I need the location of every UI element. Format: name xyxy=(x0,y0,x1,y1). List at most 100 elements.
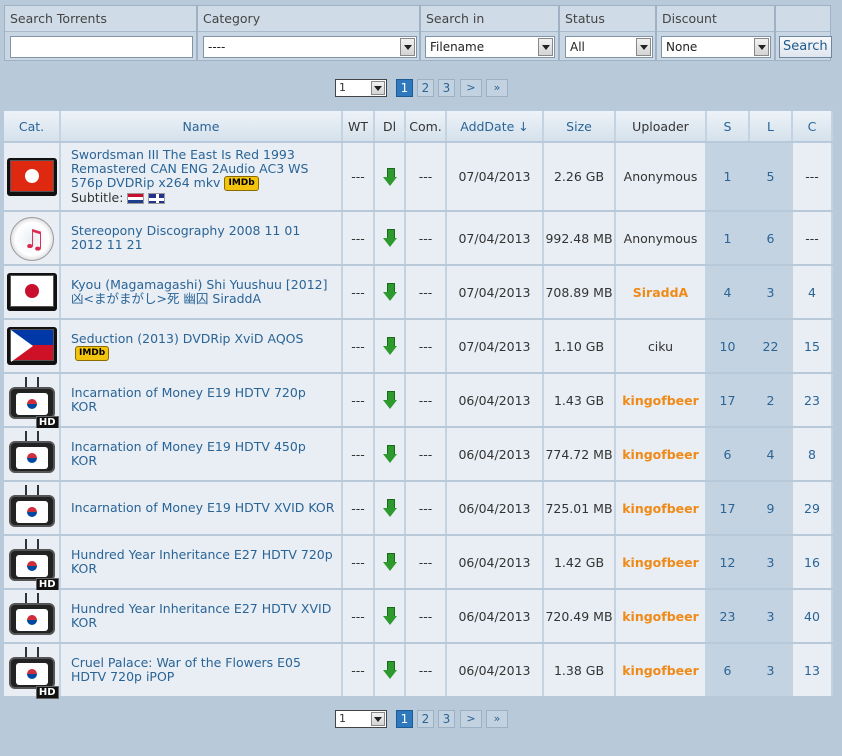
seeders-link[interactable]: 4 xyxy=(724,285,732,300)
leechers-link[interactable]: 6 xyxy=(767,231,775,246)
uploader-name[interactable]: kingofbeer xyxy=(622,663,699,678)
torrent-name-link[interactable]: Kyou (Magamagashi) Shi Yuushuu [2012] 凶<… xyxy=(71,277,328,306)
col-header-uploader: Uploader xyxy=(616,111,707,141)
imdb-badge-icon[interactable]: IMDb xyxy=(75,345,110,361)
torrent-name-link[interactable]: Seduction (2013) DVDRip XviD AQOS xyxy=(71,331,303,346)
completed-link[interactable]: 40 xyxy=(804,609,820,624)
uploader-name[interactable]: kingofbeer xyxy=(622,501,699,516)
leechers-link[interactable]: 2 xyxy=(767,393,775,408)
download-arrow-icon[interactable] xyxy=(382,283,397,301)
torrent-name-link[interactable]: Incarnation of Money E19 HDTV XVID KOR xyxy=(71,500,334,515)
leechers-link[interactable]: 22 xyxy=(763,339,779,354)
col-header-adddate[interactable]: AddDate ↓ xyxy=(447,111,544,141)
korea-tv-icon[interactable] xyxy=(7,593,57,639)
leechers-link[interactable]: 5 xyxy=(767,169,775,184)
col-header-category[interactable]: Cat. xyxy=(4,111,61,141)
next-page-button[interactable]: > xyxy=(460,710,482,728)
uploader-name[interactable]: kingofbeer xyxy=(622,447,699,462)
seeders-link[interactable]: 6 xyxy=(724,447,732,462)
seeders-link[interactable]: 23 xyxy=(720,609,736,624)
download-arrow-icon[interactable] xyxy=(382,337,397,355)
torrent-name-link[interactable]: Hundred Year Inheritance E27 HDTV 720p K… xyxy=(71,547,333,576)
leechers-link[interactable]: 3 xyxy=(767,609,775,624)
korea-tv-icon[interactable] xyxy=(7,485,57,531)
seeders-link[interactable]: 17 xyxy=(720,393,736,408)
page-link-3[interactable]: 3 xyxy=(438,79,455,97)
download-arrow-icon[interactable] xyxy=(382,607,397,625)
table-cell xyxy=(375,644,406,696)
col-header-completed[interactable]: C xyxy=(793,111,833,141)
table-row: Seduction (2013) DVDRip XviD AQOSIMDb ---… xyxy=(4,320,833,372)
page-link-2[interactable]: 2 xyxy=(417,710,434,728)
page-link-3[interactable]: 3 xyxy=(438,710,455,728)
uploader-name[interactable]: kingofbeer xyxy=(622,393,699,408)
category-select[interactable]: ---- xyxy=(203,36,417,58)
col-header-name[interactable]: Name xyxy=(61,111,343,141)
table-cell: --- xyxy=(343,590,375,642)
torrent-name-link[interactable]: Incarnation of Money E19 HDTV 720p KOR xyxy=(71,385,306,414)
search-in-select[interactable]: Filename xyxy=(425,36,555,58)
completed-link[interactable]: 13 xyxy=(804,663,820,678)
last-page-button[interactable]: » xyxy=(486,79,508,97)
download-arrow-icon[interactable] xyxy=(382,391,397,409)
seeders-link[interactable]: 1 xyxy=(724,231,732,246)
leechers-link[interactable]: 3 xyxy=(767,285,775,300)
leechers-link[interactable]: 3 xyxy=(767,663,775,678)
col-header-leechers[interactable]: L xyxy=(750,111,793,141)
page-select[interactable]: 1 xyxy=(335,710,387,728)
uploader-name[interactable]: SiraddA xyxy=(633,285,688,300)
table-cell: --- xyxy=(343,320,375,372)
download-arrow-icon[interactable] xyxy=(382,229,397,247)
torrent-name-link[interactable]: Incarnation of Money E19 HDTV 450p KOR xyxy=(71,439,306,468)
download-arrow-icon[interactable] xyxy=(382,445,397,463)
completed-link[interactable]: 29 xyxy=(804,501,820,516)
leechers-link[interactable]: 9 xyxy=(767,501,775,516)
completed-link[interactable]: 15 xyxy=(804,339,820,354)
korea-hd-tv-icon[interactable]: HD xyxy=(7,377,59,429)
torrent-name-link[interactable]: Hundred Year Inheritance E27 HDTV XVID K… xyxy=(71,601,331,630)
uploader-name[interactable]: kingofbeer xyxy=(622,555,699,570)
search-button[interactable]: Search xyxy=(779,36,832,58)
download-arrow-icon[interactable] xyxy=(382,553,397,571)
korea-hd-tv-icon[interactable]: HD xyxy=(7,647,59,699)
search-input[interactable] xyxy=(10,36,193,58)
korea-hd-tv-icon[interactable]: HD xyxy=(7,539,59,591)
page-link-1[interactable]: 1 xyxy=(396,710,413,728)
seeders-link[interactable]: 10 xyxy=(720,339,736,354)
torrent-name-link[interactable]: Swordsman III The East Is Red 1993 Remas… xyxy=(71,147,308,190)
torrent-name-link[interactable]: Stereopony Discography 2008 11 01 2012 1… xyxy=(71,223,300,252)
last-page-button[interactable]: » xyxy=(486,710,508,728)
torrent-name-link[interactable]: Cruel Palace: War of the Flowers E05 HDT… xyxy=(71,655,301,684)
download-arrow-icon[interactable] xyxy=(382,499,397,517)
leechers-link[interactable]: 4 xyxy=(767,447,775,462)
seeders-link[interactable]: 17 xyxy=(720,501,736,516)
seeders-link[interactable]: 1 xyxy=(724,169,732,184)
music-icon[interactable]: ♫ xyxy=(7,215,57,261)
completed-link[interactable]: 16 xyxy=(804,555,820,570)
next-page-button[interactable]: > xyxy=(460,79,482,97)
page-link-1[interactable]: 1 xyxy=(396,79,413,97)
hongkong-flag-icon[interactable] xyxy=(6,154,57,200)
completed-link[interactable]: 8 xyxy=(808,447,816,462)
uploader-name[interactable]: kingofbeer xyxy=(622,609,699,624)
completed-link[interactable]: 4 xyxy=(808,285,816,300)
page-select[interactable]: 1 xyxy=(335,79,387,97)
korea-tv-icon[interactable] xyxy=(7,431,57,477)
col-header-seeders[interactable]: S xyxy=(707,111,750,141)
leechers-link[interactable]: 3 xyxy=(767,555,775,570)
status-select[interactable]: All xyxy=(565,36,653,58)
col-header-size[interactable]: Size xyxy=(544,111,616,141)
page-link-2[interactable]: 2 xyxy=(417,79,434,97)
imdb-badge-icon[interactable]: IMDb xyxy=(224,176,259,191)
download-arrow-icon[interactable] xyxy=(382,661,397,679)
japan-flag-icon[interactable] xyxy=(6,269,57,315)
download-arrow-icon[interactable] xyxy=(382,167,397,186)
completed-link[interactable]: 23 xyxy=(804,393,820,408)
philippines-flag-icon[interactable] xyxy=(6,323,57,369)
search-torrents-label: Search Torrents xyxy=(5,6,196,32)
table-cell: kingofbeer xyxy=(616,536,707,588)
seeders-link[interactable]: 6 xyxy=(724,663,732,678)
seeders-link[interactable]: 12 xyxy=(720,555,736,570)
discount-select[interactable]: None xyxy=(661,36,771,58)
table-cell: HD xyxy=(4,536,61,591)
